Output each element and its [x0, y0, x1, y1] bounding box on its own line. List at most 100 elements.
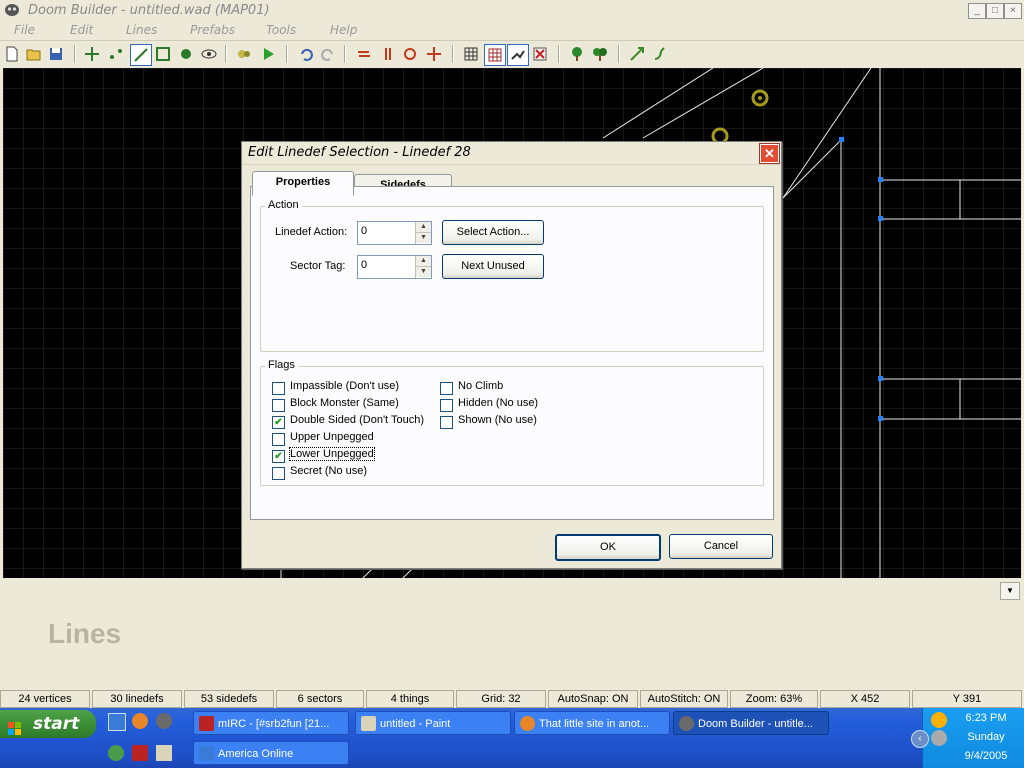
status-vertices: 24 vertices [0, 690, 90, 708]
test-map-icon[interactable] [258, 44, 278, 64]
flag-checkbox[interactable] [272, 399, 285, 412]
quicklaunch-paint-icon[interactable] [156, 745, 172, 761]
task-mirc[interactable]: mIRC - [#srb2fun [21... [193, 711, 349, 735]
move-mode-icon[interactable] [82, 44, 102, 64]
close-window-button[interactable]: × [1004, 3, 1022, 19]
quicklaunch-firefox-icon[interactable] [132, 713, 148, 729]
3d-mode-icon[interactable] [199, 44, 219, 64]
redo-icon[interactable] [318, 44, 338, 64]
toolbar [0, 41, 1024, 67]
tray-app-icon[interactable] [931, 712, 947, 728]
select-action-button[interactable]: Select Action... [442, 220, 544, 245]
clock-time[interactable]: 6:23 PM [951, 712, 1021, 724]
start-label: start [33, 714, 80, 734]
windows-logo-icon [8, 717, 22, 735]
snap-grid-icon[interactable] [484, 44, 506, 66]
flag-label[interactable]: Shown (No use) [458, 414, 537, 426]
sectors-mode-icon[interactable] [153, 44, 173, 64]
status-linedefs: 30 linedefs [92, 690, 182, 708]
flip-sidedefs-icon[interactable] [378, 44, 398, 64]
menu-edit[interactable]: Edit [70, 23, 93, 37]
linedef-action-field[interactable]: 0 ▲ ▼ [357, 221, 432, 245]
tree2-icon[interactable] [590, 44, 610, 64]
status-zoom: Zoom: 63% [730, 690, 818, 708]
status-things: 4 things [366, 690, 454, 708]
ok-button[interactable]: OK [555, 534, 661, 561]
new-icon[interactable] [2, 44, 22, 64]
flag-label[interactable]: Block Monster (Same) [290, 397, 399, 409]
menu-prefabs[interactable]: Prefabs [190, 23, 235, 37]
things-mode-icon[interactable] [176, 44, 196, 64]
edit-linedef-dialog: Edit Linedef Selection - Linedef 28 ✕ Pr… [241, 141, 782, 569]
info-panel: ▼ Lines [0, 578, 1024, 690]
menu-lines[interactable]: Lines [126, 23, 157, 37]
paint-icon [361, 716, 376, 731]
flip-linedefs-icon[interactable] [354, 44, 374, 64]
flag-checkbox[interactable] [440, 416, 453, 429]
tray-expand-icon[interactable]: ‹ [911, 730, 929, 748]
spin-down-icon[interactable]: ▼ [416, 267, 431, 277]
flag-checkbox[interactable]: ✔ [272, 416, 285, 429]
flag-label[interactable]: Upper Unpegged [290, 431, 374, 443]
rotate-icon[interactable] [400, 44, 420, 64]
task-doom-builder[interactable]: Doom Builder - untitle... [673, 711, 829, 735]
flag-checkbox[interactable] [440, 399, 453, 412]
open-icon[interactable] [24, 44, 44, 64]
save-icon[interactable] [46, 44, 66, 64]
stitch-icon[interactable] [507, 44, 529, 66]
quicklaunch-desktop-icon[interactable] [108, 713, 126, 731]
task-aol[interactable]: America Online [193, 741, 349, 765]
sector-tag-spinner[interactable]: ▲ ▼ [415, 256, 431, 278]
task-paint[interactable]: untitled - Paint [355, 711, 511, 735]
grid-icon[interactable] [461, 44, 481, 64]
undo-icon[interactable] [296, 44, 316, 64]
status-grid: Grid: 32 [456, 690, 546, 708]
sector-tag-field[interactable]: 0 ▲ ▼ [357, 255, 432, 279]
cancel-button[interactable]: Cancel [669, 534, 773, 559]
linedef-action-spinner[interactable]: ▲ ▼ [415, 222, 431, 244]
properties-panel: Action Linedef Action: 0 ▲ ▼ Select Actio… [250, 186, 774, 520]
panel-collapse-button[interactable]: ▼ [1000, 582, 1020, 600]
flag-label[interactable]: Hidden (No use) [458, 397, 538, 409]
dialog-close-button[interactable]: ✕ [759, 143, 780, 164]
next-unused-button[interactable]: Next Unused [442, 254, 544, 279]
quicklaunch-doombuilder-icon[interactable] [156, 713, 172, 729]
flag-label[interactable]: Lower Unpegged [289, 447, 375, 461]
clock-date: 9/4/2005 [964, 750, 1008, 762]
quicklaunch-app-icon[interactable] [108, 745, 124, 761]
minimize-button[interactable]: _ [968, 3, 986, 19]
flag-label[interactable]: Double Sided (Don't Touch) [290, 414, 424, 426]
quicklaunch-mirc-icon[interactable] [132, 745, 148, 761]
start-button[interactable]: start [0, 710, 96, 738]
flag-checkbox[interactable] [272, 382, 285, 395]
tool-a-icon[interactable] [627, 44, 647, 64]
flag-checkbox[interactable] [272, 433, 285, 446]
taskbar: start mIRC - [#srb2fun [21... untitled -… [0, 708, 1024, 768]
maximize-button[interactable]: □ [986, 3, 1004, 19]
flag-label[interactable]: No Climb [458, 380, 503, 392]
menu-help[interactable]: Help [330, 23, 357, 37]
sector-tag-label: Sector Tag: [290, 260, 346, 272]
vertices-mode-icon[interactable] [106, 44, 126, 64]
spin-up-icon[interactable]: ▲ [416, 222, 431, 233]
spin-down-icon[interactable]: ▼ [416, 233, 431, 243]
tool-b-icon[interactable] [650, 44, 670, 64]
task-firefox[interactable]: That little site in anot... [514, 711, 670, 735]
delete-icon[interactable] [530, 44, 550, 64]
menu-file[interactable]: File [14, 23, 35, 37]
window-title: Doom Builder - untitled.wad (MAP01) [28, 3, 270, 18]
build-nodes-icon[interactable] [234, 44, 254, 64]
doombuilder-icon [679, 716, 694, 731]
tab-properties[interactable]: Properties [252, 171, 354, 196]
flag-label[interactable]: Impassible (Don't use) [290, 380, 399, 392]
flag-checkbox[interactable] [440, 382, 453, 395]
resize-icon[interactable] [424, 44, 444, 64]
menu-tools[interactable]: Tools [266, 23, 296, 37]
tray-speaker-icon[interactable] [931, 730, 947, 746]
tree-icon[interactable] [567, 44, 587, 64]
lines-mode-icon[interactable] [130, 44, 152, 66]
flag-checkbox[interactable] [272, 467, 285, 480]
flag-label[interactable]: Secret (No use) [290, 465, 367, 477]
flag-checkbox[interactable]: ✔ [272, 450, 285, 463]
spin-up-icon[interactable]: ▲ [416, 256, 431, 267]
